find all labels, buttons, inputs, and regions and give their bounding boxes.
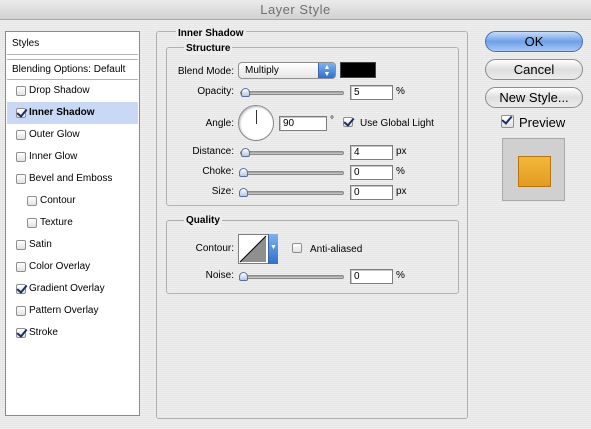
ok-button[interactable]: OK	[485, 31, 583, 52]
style-item-color-overlay[interactable]: Color Overlay	[7, 256, 138, 278]
size-unit: px	[396, 186, 407, 197]
distance-label: Distance:	[192, 146, 234, 157]
quality-title: Quality	[184, 215, 222, 226]
style-item-label: Gradient Overlay	[29, 283, 105, 294]
opacity-field[interactable]: 5	[350, 85, 393, 100]
preview-swatch	[518, 156, 551, 187]
style-item-bevel-and-emboss[interactable]: Bevel and Emboss	[7, 168, 138, 190]
preview-label: Preview	[519, 115, 566, 130]
style-item-label: Bevel and Emboss	[29, 173, 113, 184]
style-checkbox[interactable]	[16, 284, 26, 294]
choke-slider-track[interactable]	[240, 171, 344, 175]
style-item-label: Contour	[40, 195, 76, 206]
choke-slider-thumb[interactable]	[239, 168, 248, 177]
style-checkbox[interactable]	[16, 306, 26, 316]
style-item-label: Inner Shadow	[29, 107, 95, 118]
contour-label: Contour:	[195, 243, 234, 254]
noise-unit: %	[396, 270, 405, 281]
opacity-label: Opacity:	[197, 86, 234, 97]
style-item-label: Satin	[29, 239, 52, 250]
angle-dial[interactable]	[238, 105, 274, 141]
noise-slider-thumb[interactable]	[239, 272, 248, 281]
preview-checkbox[interactable]	[501, 115, 514, 128]
blending-options-item[interactable]: Blending Options: Default	[7, 59, 138, 80]
style-item-satin[interactable]: Satin	[7, 234, 138, 256]
blend-mode-value: Multiply	[245, 65, 279, 76]
blend-mode-select[interactable]: Multiply ▲ ▼	[238, 62, 336, 79]
shadow-color-swatch[interactable]	[340, 62, 376, 78]
style-item-pattern-overlay[interactable]: Pattern Overlay	[7, 300, 138, 322]
style-item-outer-glow[interactable]: Outer Glow	[7, 124, 138, 146]
use-global-light-checkbox[interactable]	[343, 117, 353, 127]
style-checkbox[interactable]	[27, 218, 37, 228]
style-item-label: Drop Shadow	[29, 85, 90, 96]
size-slider-track[interactable]	[240, 191, 344, 195]
contour-curve-icon	[239, 235, 267, 263]
choke-field[interactable]: 0	[350, 165, 393, 180]
style-checkbox[interactable]	[16, 130, 26, 140]
style-checkbox[interactable]	[16, 86, 26, 96]
style-checkbox[interactable]	[16, 108, 26, 118]
blend-mode-label: Blend Mode:	[177, 66, 234, 77]
style-item-label: Stroke	[29, 327, 58, 338]
distance-slider-thumb[interactable]	[241, 148, 250, 157]
style-item-label: Texture	[40, 217, 73, 228]
style-item-inner-shadow[interactable]: Inner Shadow	[7, 102, 138, 124]
style-item-texture[interactable]: Texture	[7, 212, 138, 234]
noise-field[interactable]: 0	[350, 269, 393, 284]
contour-dropdown-arrow-icon[interactable]: ▼	[268, 234, 278, 264]
structure-title: Structure	[184, 43, 233, 54]
choke-unit: %	[396, 166, 405, 177]
opacity-slider-track[interactable]	[240, 91, 344, 95]
style-item-gradient-overlay[interactable]: Gradient Overlay	[7, 278, 138, 300]
preview-thumbnail	[502, 138, 565, 201]
style-item-drop-shadow[interactable]: Drop Shadow	[7, 80, 138, 102]
inner-shadow-title: Inner Shadow	[176, 28, 246, 39]
distance-unit: px	[396, 146, 407, 157]
window-title: Layer Style	[0, 0, 591, 20]
quality-group	[166, 220, 459, 294]
distance-slider-track[interactable]	[240, 151, 344, 155]
styles-header[interactable]: Styles	[7, 33, 138, 55]
style-item-label: Pattern Overlay	[29, 305, 99, 316]
style-checkbox[interactable]	[16, 262, 26, 272]
style-item-label: Outer Glow	[29, 129, 80, 140]
use-global-light-label: Use Global Light	[360, 118, 434, 129]
new-style-button[interactable]: New Style...	[485, 87, 583, 108]
style-item-stroke[interactable]: Stroke	[7, 322, 138, 344]
size-label: Size:	[211, 186, 234, 197]
style-item-label: Inner Glow	[29, 151, 78, 162]
opacity-unit: %	[396, 86, 405, 97]
style-item-inner-glow[interactable]: Inner Glow	[7, 146, 138, 168]
angle-unit: °	[330, 115, 334, 126]
size-field[interactable]: 0	[350, 185, 393, 200]
anti-aliased-label: Anti-aliased	[310, 244, 363, 255]
angle-field[interactable]: 90	[279, 116, 327, 131]
style-checkbox[interactable]	[16, 240, 26, 250]
distance-field[interactable]: 4	[350, 145, 393, 160]
noise-label: Noise:	[205, 270, 234, 281]
angle-needle	[256, 110, 257, 124]
style-checkbox[interactable]	[27, 196, 37, 206]
anti-aliased-checkbox[interactable]	[292, 243, 302, 253]
choke-label: Choke:	[202, 166, 234, 177]
angle-label: Angle:	[205, 118, 234, 129]
style-item-label: Color Overlay	[29, 261, 91, 272]
style-checkbox[interactable]	[16, 174, 26, 184]
style-item-contour[interactable]: Contour	[7, 190, 138, 212]
styles-list-panel: Styles Blending Options: Default Drop Sh…	[5, 31, 140, 416]
opacity-slider-thumb[interactable]	[241, 88, 250, 97]
chevron-updown-icon: ▲ ▼	[318, 63, 335, 78]
style-checkbox[interactable]	[16, 152, 26, 162]
noise-slider-track[interactable]	[240, 275, 344, 279]
cancel-button[interactable]: Cancel	[485, 59, 583, 80]
size-slider-thumb[interactable]	[239, 188, 248, 197]
style-checkbox[interactable]	[16, 328, 26, 338]
